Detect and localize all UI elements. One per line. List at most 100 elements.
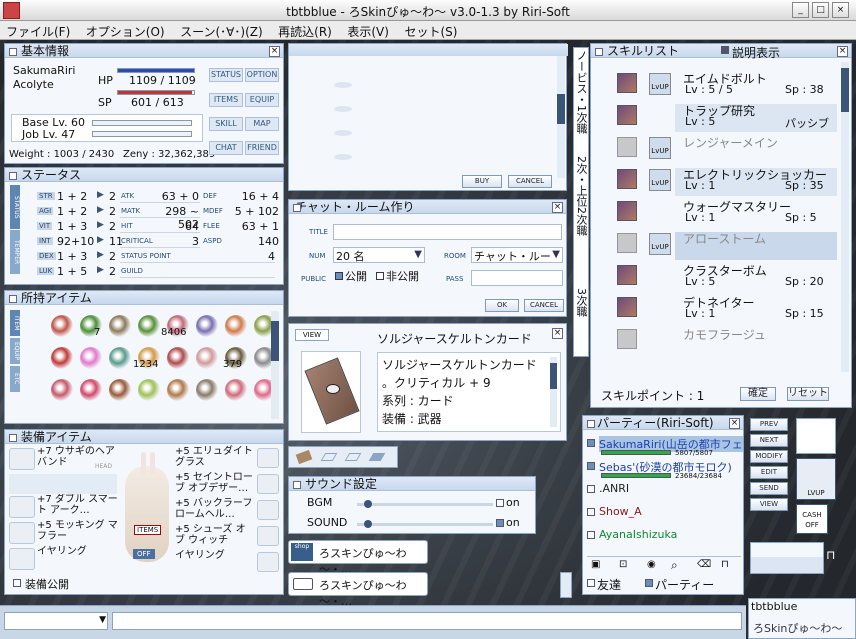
maximize-button[interactable]: □ bbox=[812, 2, 829, 18]
equip-right-item[interactable]: +5 セイントローブ オブデザー… bbox=[175, 472, 255, 494]
chat-input[interactable] bbox=[112, 612, 742, 630]
skill-scrollbar[interactable] bbox=[841, 62, 849, 372]
close-button[interactable]: × bbox=[832, 2, 849, 18]
inventory-item[interactable] bbox=[109, 315, 131, 337]
view-button[interactable]: VIEW bbox=[295, 329, 329, 341]
room-type-select[interactable]: チャット・ルー ▼ bbox=[471, 247, 563, 263]
card-slot-icon[interactable] bbox=[320, 453, 338, 461]
one-to-one-icon[interactable]: ⊡ bbox=[619, 559, 627, 570]
empty-equip-slot[interactable] bbox=[9, 474, 117, 494]
option-button[interactable]: OPTION bbox=[245, 68, 279, 82]
search-icon[interactable]: ⌕ bbox=[671, 558, 678, 573]
equip-right-item[interactable]: +5 エリュダイトグラス bbox=[175, 446, 255, 468]
off-button[interactable]: OFF bbox=[133, 549, 155, 559]
buy-button[interactable]: BUY bbox=[462, 175, 502, 188]
description-checkbox[interactable] bbox=[721, 46, 729, 54]
menu-file[interactable]: ファイル(F) bbox=[0, 21, 76, 42]
inventory-item[interactable] bbox=[51, 315, 73, 337]
group-icon[interactable]: ◉ bbox=[647, 559, 656, 570]
skill-name[interactable]: カモフラージュ bbox=[683, 326, 766, 343]
inventory-item[interactable] bbox=[138, 379, 160, 401]
stat-increase-icon[interactable]: ▶ bbox=[97, 220, 104, 230]
party-member-name[interactable]: Show_A bbox=[599, 505, 642, 518]
inventory-item[interactable] bbox=[109, 379, 131, 401]
lvup-button[interactable]: LvUP bbox=[649, 137, 671, 159]
public-radio[interactable] bbox=[335, 272, 343, 280]
skill-reset-button[interactable]: リセット bbox=[787, 387, 829, 401]
bgm-slider[interactable] bbox=[357, 500, 493, 508]
inventory-item[interactable] bbox=[196, 315, 218, 337]
lock-icon[interactable]: ⊓ bbox=[826, 548, 842, 564]
bgm-on-checkbox[interactable] bbox=[496, 499, 504, 507]
member-checkbox[interactable] bbox=[587, 439, 595, 447]
tab-item[interactable]: ITEM bbox=[10, 310, 20, 336]
equip-left-item[interactable]: イヤリング bbox=[37, 546, 119, 557]
tab-equip[interactable]: EQUIP bbox=[10, 338, 20, 364]
party-edit-button[interactable]: EDIT bbox=[750, 466, 788, 479]
equip-left-item[interactable]: +7 ダブル スマート アーク… bbox=[37, 494, 119, 516]
stat-increase-icon[interactable]: ▶ bbox=[97, 205, 104, 215]
chat-button[interactable]: CHAT bbox=[209, 141, 243, 155]
inventory-item[interactable] bbox=[80, 379, 102, 401]
inventory-item[interactable] bbox=[225, 379, 247, 401]
map-button[interactable]: MAP bbox=[245, 117, 279, 131]
members-icon[interactable]: ▣ bbox=[591, 559, 600, 570]
private-radio[interactable] bbox=[376, 272, 384, 280]
chat-scroll[interactable] bbox=[560, 572, 572, 598]
inventory-item[interactable] bbox=[167, 347, 189, 369]
party-send-button[interactable]: SEND bbox=[750, 482, 788, 495]
room-title-input[interactable] bbox=[333, 224, 562, 240]
equip-button[interactable]: EQUIP bbox=[245, 93, 279, 107]
menu-option[interactable]: オプション(O) bbox=[80, 21, 171, 42]
lvup-button[interactable]: LvUP bbox=[649, 233, 671, 255]
equip-right-item[interactable]: +5 バックラーフロームヘル… bbox=[175, 498, 255, 520]
friends-checkbox[interactable] bbox=[587, 579, 595, 587]
close-icon[interactable]: × bbox=[269, 46, 280, 57]
tab-2nd[interactable]: 2次・上位2次職 bbox=[575, 156, 588, 236]
shop-cancel-button[interactable]: CANCEL bbox=[508, 175, 552, 188]
items-button[interactable]: ITEMS bbox=[209, 93, 243, 107]
equip-right-item[interactable]: +5 シューズ オブ ウィッチ bbox=[175, 524, 255, 546]
lvup-button[interactable]: LVUP bbox=[796, 458, 836, 500]
stat-increase-icon[interactable]: ▶ bbox=[97, 265, 104, 275]
menu-view[interactable]: 表示(V) bbox=[341, 21, 395, 42]
menu-reload[interactable]: 再読込(R) bbox=[272, 21, 338, 42]
close-icon[interactable]: × bbox=[552, 202, 563, 213]
skill-name[interactable]: レンジャーメイン bbox=[683, 134, 778, 151]
party-next-button[interactable]: NEXT bbox=[750, 434, 788, 447]
card-scrollbar[interactable] bbox=[550, 357, 557, 427]
close-icon[interactable]: × bbox=[837, 46, 848, 57]
whisper-target-select[interactable]: ▼ bbox=[4, 612, 108, 630]
inventory-item[interactable] bbox=[196, 379, 218, 401]
sound-slider[interactable] bbox=[357, 520, 493, 528]
party-modify-button[interactable]: MODIFY bbox=[750, 450, 788, 463]
public-checkbox[interactable] bbox=[13, 579, 21, 587]
lock-icon[interactable]: ⊓ bbox=[721, 559, 729, 570]
num-select[interactable]: 20 名 ▼ bbox=[333, 247, 425, 263]
inventory-item[interactable] bbox=[51, 379, 73, 401]
menu-soon[interactable]: スーン(･∀･)(Z) bbox=[174, 21, 269, 42]
inventory-item[interactable] bbox=[167, 379, 189, 401]
inventory-item[interactable] bbox=[225, 315, 247, 337]
tab-3rd[interactable]: 3次職 bbox=[575, 288, 588, 317]
status-button[interactable]: STATUS bbox=[209, 68, 243, 82]
password-input[interactable] bbox=[471, 270, 563, 286]
shop-scrollbar[interactable] bbox=[557, 56, 565, 178]
inventory-item[interactable] bbox=[109, 347, 131, 369]
lvup-button[interactable]: LvUP bbox=[649, 73, 671, 95]
party-member-name[interactable]: AyanaIshizuka bbox=[599, 528, 677, 541]
tab-etc[interactable]: ETC bbox=[10, 366, 20, 392]
skill-button[interactable]: SKILL bbox=[209, 117, 243, 131]
inventory-item[interactable] bbox=[196, 347, 218, 369]
stat-increase-icon[interactable]: ▶ bbox=[97, 235, 104, 245]
book-icon[interactable] bbox=[295, 449, 313, 465]
shop-chat-bubble[interactable]: shop ろスキンぴゅ～わ～・… bbox=[288, 540, 428, 576]
chat-bubble[interactable]: ろスキンぴゅ～わ～・… bbox=[288, 572, 428, 608]
party-view-button[interactable]: VIEW bbox=[750, 498, 788, 511]
cash-off-button[interactable]: CASH OFF bbox=[796, 504, 828, 534]
card-slot-icon[interactable] bbox=[368, 453, 386, 461]
stat-increase-icon[interactable]: ▶ bbox=[97, 190, 104, 200]
party-prev-button[interactable]: PREV bbox=[750, 418, 788, 431]
inventory-scrollbar[interactable] bbox=[271, 311, 279, 419]
inventory-item[interactable] bbox=[138, 315, 160, 337]
